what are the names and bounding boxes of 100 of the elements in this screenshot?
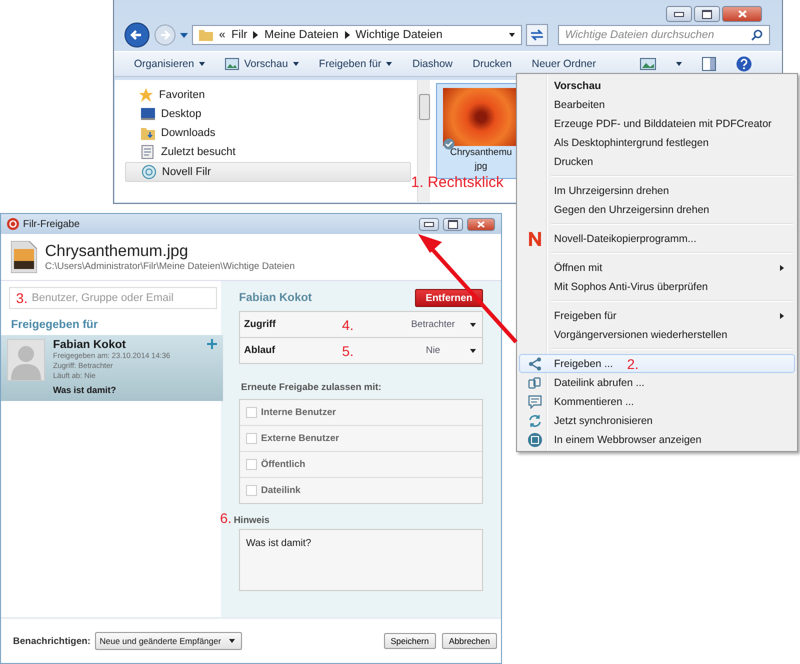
search-field[interactable]: 3. Benutzer, Gruppe oder Email: [9, 287, 217, 309]
maximize-button[interactable]: [443, 218, 463, 230]
image-file-icon: [11, 241, 37, 273]
document-icon: [141, 145, 155, 159]
breadcrumb-item[interactable]: «: [219, 29, 226, 41]
menu-item[interactable]: Dateilink abrufen ...: [519, 373, 795, 392]
menu-item[interactable]: Kommentieren ...: [519, 392, 795, 411]
help-icon[interactable]: [736, 56, 752, 72]
sync-icon: [528, 414, 542, 428]
checkbox[interactable]: [246, 433, 257, 444]
nav-item[interactable]: Novell Filr: [125, 162, 411, 182]
folder-icon: [199, 29, 213, 41]
nav-item[interactable]: Desktop: [125, 105, 411, 123]
submenu-arrow-icon: [780, 264, 784, 270]
toolbar-button[interactable]: Drucken: [472, 58, 512, 70]
pane-icon[interactable]: [702, 57, 716, 71]
nav-item[interactable]: Favoriten: [125, 86, 411, 104]
note-text: Was ist damit?: [53, 385, 118, 395]
toolbar-button[interactable]: Diashow: [412, 58, 453, 70]
menu-item[interactable]: Novell-Dateikopierprogramm...: [519, 229, 795, 248]
chevron-icon: [344, 31, 350, 39]
user-name: Fabian Kokot: [239, 292, 312, 304]
toolbar-button[interactable]: Freigeben für: [318, 58, 392, 70]
chevron-icon: [253, 31, 258, 39]
nav-item[interactable]: Downloads: [125, 124, 411, 142]
menu-item[interactable]: Jetzt synchronisieren: [519, 411, 795, 430]
dropdown-field[interactable]: Neue und geänderte Empfänger: [94, 632, 242, 650]
user-name: Fabian Kokot: [53, 339, 127, 351]
address-bar[interactable]: « Filr Meine Dateien Wichtige Dateien: [192, 25, 522, 45]
caret-icon[interactable]: [509, 33, 515, 37]
dropdown-field[interactable]: Ablauf 5. Nie: [240, 338, 482, 363]
caret-icon[interactable]: [676, 62, 682, 66]
menu-item[interactable]: Gegen den Uhrzeigersinn drehen: [519, 200, 795, 219]
caret-icon: [470, 322, 476, 326]
toolbar-button[interactable]: Vorschau: [225, 58, 299, 70]
submenu-arrow-icon: [780, 312, 784, 318]
annotation-label: 5.: [342, 342, 355, 358]
minimize-button[interactable]: [666, 6, 692, 22]
field-label: Hinweis: [234, 515, 270, 526]
monitor-icon: [141, 108, 155, 120]
close-icon: [738, 10, 746, 18]
view-icon[interactable]: [640, 58, 656, 70]
search-field[interactable]: Wichtige Dateien durchsuchen: [558, 25, 770, 45]
check-icon: [443, 138, 455, 150]
nav-item[interactable]: Zuletzt besucht: [125, 143, 411, 161]
plus-icon[interactable]: [207, 339, 217, 349]
file-path: C:\Users\Administrator\Filr\Meine Dateien\Wichtige Dateien: [45, 260, 295, 272]
remove-button[interactable]: Entfernen: [415, 289, 483, 307]
checkbox-label: Externe Benutzer: [261, 433, 340, 444]
dialog-button[interactable]: Abbrechen: [442, 633, 497, 649]
browser-icon: [528, 432, 542, 446]
menu-item[interactable]: Freigeben ... 2.: [519, 354, 795, 373]
file-name: Chrysanthemum.jpg: [45, 242, 190, 260]
close-icon: [477, 220, 485, 228]
search-icon: [751, 29, 763, 41]
refresh-icon[interactable]: [526, 24, 548, 46]
checkbox-label: Interne Benutzer: [261, 407, 336, 418]
avatar-placeholder: [7, 339, 45, 381]
dialog-button[interactable]: Speichern: [384, 633, 436, 649]
section-heading: Freigegeben für: [11, 319, 99, 331]
close-button[interactable]: [722, 6, 762, 22]
checkbox[interactable]: [246, 407, 257, 418]
globe-icon: [142, 165, 156, 179]
annotation-label: 3.: [16, 290, 28, 306]
breadcrumb-item[interactable]: Filr: [231, 29, 248, 41]
toolbar-button[interactable]: Neuer Ordner: [532, 58, 596, 70]
breadcrumb-item[interactable]: Wichtige Dateien: [356, 29, 442, 41]
annotation-label: 6.: [220, 510, 232, 526]
toolbar-button[interactable]: Organisieren: [134, 58, 206, 70]
checkbox-label: Dateilink: [261, 485, 301, 496]
menu-item[interactable]: Freigeben für: [519, 306, 795, 325]
caret-icon: [470, 348, 476, 352]
checkbox[interactable]: [246, 459, 257, 470]
maximize-button[interactable]: [694, 6, 720, 22]
menu-item[interactable]: In einem Webbrowser anzeigen: [519, 430, 795, 449]
link-icon: [528, 376, 542, 390]
annotation-label: 4.: [342, 316, 355, 332]
minimize-button[interactable]: [419, 218, 439, 230]
breadcrumb-item[interactable]: Meine Dateien: [264, 29, 339, 41]
share-icon: [528, 356, 542, 370]
note-field[interactable]: Was ist damit?: [239, 529, 483, 591]
menu-item[interactable]: Im Uhrzeigersinn drehen: [519, 181, 795, 200]
annotation-label: 2.: [626, 356, 639, 372]
menu-item[interactable]: Öffnen mit: [519, 258, 795, 277]
checkbox[interactable]: [246, 485, 257, 496]
n-logo-icon: [528, 232, 542, 246]
window-title: Filr-Freigabe: [23, 218, 80, 230]
comment-icon: [528, 394, 542, 408]
checkbox-label: Öffentlich: [261, 459, 306, 470]
field-label: Benachrichtigen:: [13, 636, 91, 646]
star-icon: [139, 88, 153, 102]
close-button[interactable]: [467, 218, 495, 230]
dropdown-field[interactable]: Zugriff 4. Betrachter: [240, 312, 482, 338]
section-heading: Erneute Freigabe zulassen mit:: [241, 382, 382, 393]
folder-icon: [141, 126, 155, 140]
menu-item[interactable]: Vorgängerversionen wiederherstellen: [519, 325, 795, 344]
app-logo-icon: [7, 218, 19, 230]
back-icon[interactable]: [124, 22, 150, 48]
image-icon: [225, 58, 240, 70]
menu-item[interactable]: Mit Sophos Anti-Virus überprüfen: [519, 277, 795, 296]
